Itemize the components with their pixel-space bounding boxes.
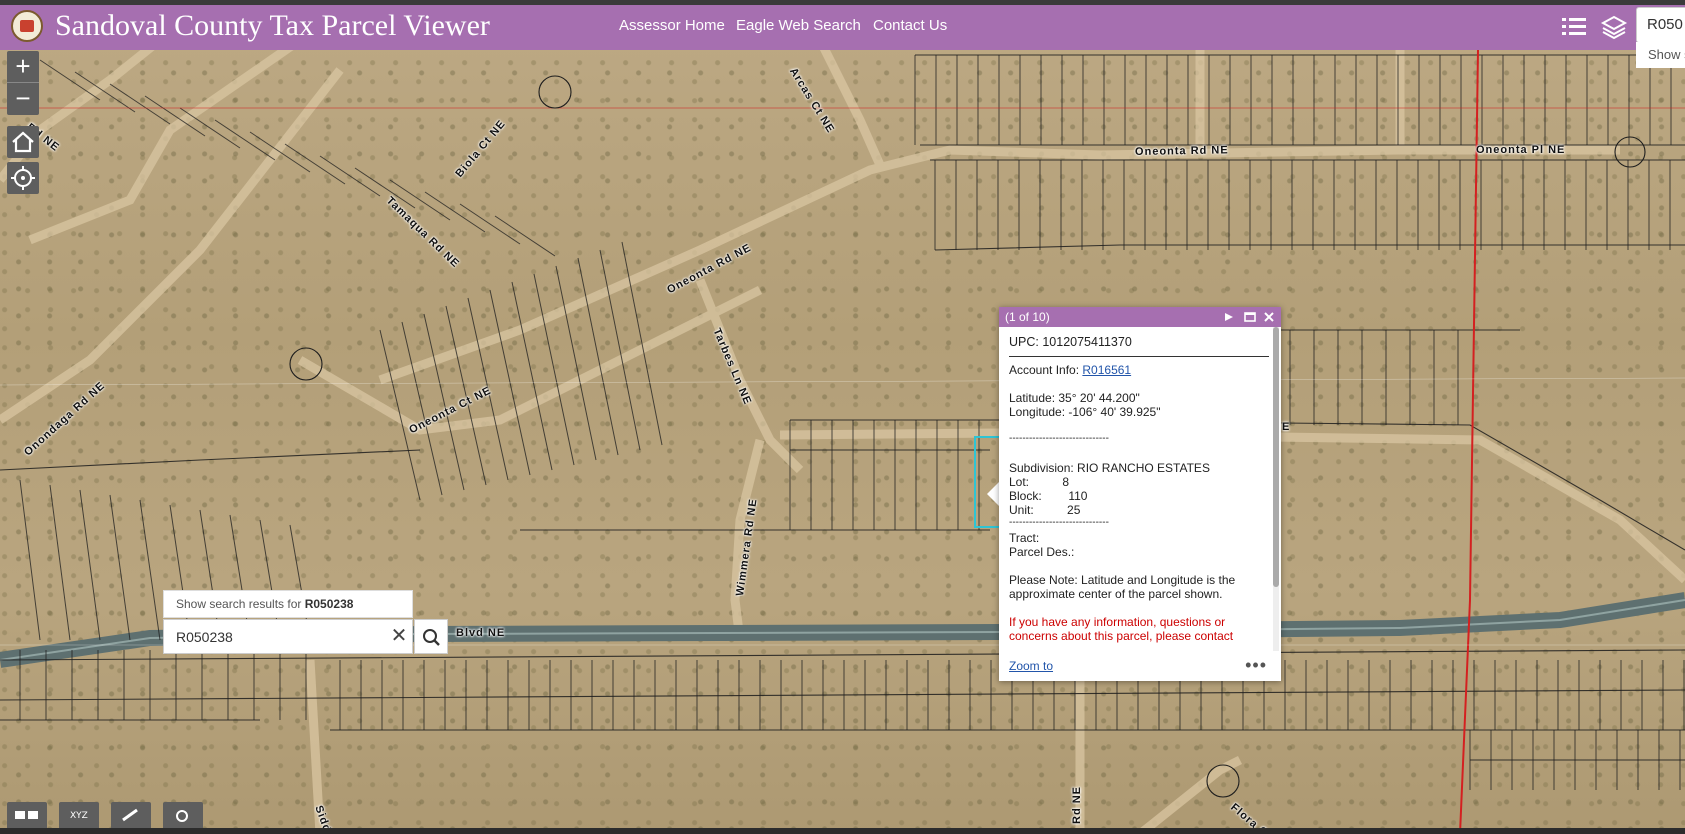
popup-pointer (987, 482, 999, 506)
account-link[interactable]: R016561 (1082, 363, 1131, 377)
list-icon[interactable] (1560, 13, 1588, 41)
nav-eagle-web-search[interactable]: Eagle Web Search (736, 17, 861, 34)
nav-assessor-home[interactable]: Assessor Home (619, 17, 725, 34)
header-search-hint[interactable]: Show s (1636, 42, 1685, 68)
locate-icon (11, 166, 35, 190)
svg-text:XYZ: XYZ (70, 811, 88, 821)
app-header: Sandoval County Tax Parcel Viewer Assess… (0, 5, 1685, 50)
maximize-icon[interactable] (1243, 310, 1257, 324)
road-label: Oneonta Pl NE (1476, 144, 1566, 156)
divider (1009, 356, 1269, 357)
zoom-control: + − (7, 51, 39, 115)
road-label: Rd NE (1071, 786, 1083, 824)
note-text: approximate center of the parcel shown. (1009, 587, 1223, 601)
app-title: Sandoval County Tax Parcel Viewer (55, 9, 490, 42)
road-label: E (1282, 421, 1291, 433)
map-view[interactable]: Rd NE Biola Ct NE Arcas Ct NE Tamaqua Rd… (0, 0, 1685, 834)
warning-text: concerns about this parcel, please conta… (1009, 629, 1234, 643)
road-label: Oneonta Rd NE (1134, 144, 1229, 158)
lot-value: Lot: 8 (1009, 475, 1070, 489)
unit-value: Unit: 25 (1009, 503, 1081, 517)
popup-content: UPC: 1012075411370 Account Info: R016561… (999, 327, 1281, 651)
search-input[interactable]: R050238 (163, 619, 413, 654)
parcel-lines (0, 36, 1685, 834)
account-info: Account Info: R016561 (1009, 363, 1131, 377)
header-search-input[interactable]: R050 (1636, 7, 1685, 43)
subdivision-value: Subdivision: RIO RANCHO ESTATES (1009, 461, 1210, 475)
close-icon[interactable] (1262, 310, 1276, 324)
search-suggestion-prefix: Show search results for (176, 597, 305, 611)
parcel-info-popup: (1 of 10) UPC: 1012075411370 Account Inf… (999, 307, 1281, 681)
road-label: Blvd NE (456, 627, 506, 639)
zoom-out-icon[interactable]: − (7, 83, 39, 115)
taskbar-strip (0, 828, 1685, 834)
nav-contact-us[interactable]: Contact Us (873, 17, 947, 34)
home-button[interactable] (7, 126, 39, 158)
popup-counter: (1 of 10) (1005, 310, 1050, 324)
popup-header: (1 of 10) (999, 307, 1281, 327)
popup-footer: Zoom to ••• (999, 653, 1281, 681)
layers-icon[interactable] (1600, 13, 1628, 41)
upc-value: UPC: 1012075411370 (1009, 335, 1132, 349)
play-icon[interactable] (1222, 310, 1236, 324)
zoom-in-icon[interactable]: + (7, 51, 39, 83)
more-actions-icon[interactable]: ••• (1245, 655, 1267, 676)
parcel-des-value: Parcel Des.: (1009, 545, 1075, 559)
search-icon (423, 629, 440, 646)
search-suggestion[interactable]: Show search results for R050238 (163, 590, 413, 618)
block-value: Block: 110 (1009, 489, 1088, 503)
scrollbar-thumb[interactable] (1273, 327, 1279, 587)
county-seal-logo (11, 10, 43, 42)
popup-scrollbar[interactable] (1273, 327, 1279, 651)
search-suggestion-query: R050238 (304, 597, 354, 611)
zoom-to-link[interactable]: Zoom to (1009, 659, 1053, 673)
separator-text: ------------------------------ (1009, 433, 1109, 444)
latitude-value: Latitude: 35° 20' 44.200" (1009, 391, 1140, 405)
warning-text: If you have any information, questions o… (1009, 615, 1226, 629)
home-icon (12, 131, 34, 153)
search-button[interactable] (414, 619, 448, 654)
locate-button[interactable] (7, 162, 39, 194)
longitude-value: Longitude: -106° 40' 39.925" (1009, 405, 1161, 419)
account-info-label: Account Info: (1009, 363, 1083, 377)
tract-value: Tract: (1009, 531, 1040, 545)
note-text: Please Note: Latitude and Longitude is t… (1009, 573, 1236, 587)
clear-icon[interactable]: ✕ (385, 619, 413, 654)
separator-text: ------------------------------ (1009, 517, 1109, 528)
